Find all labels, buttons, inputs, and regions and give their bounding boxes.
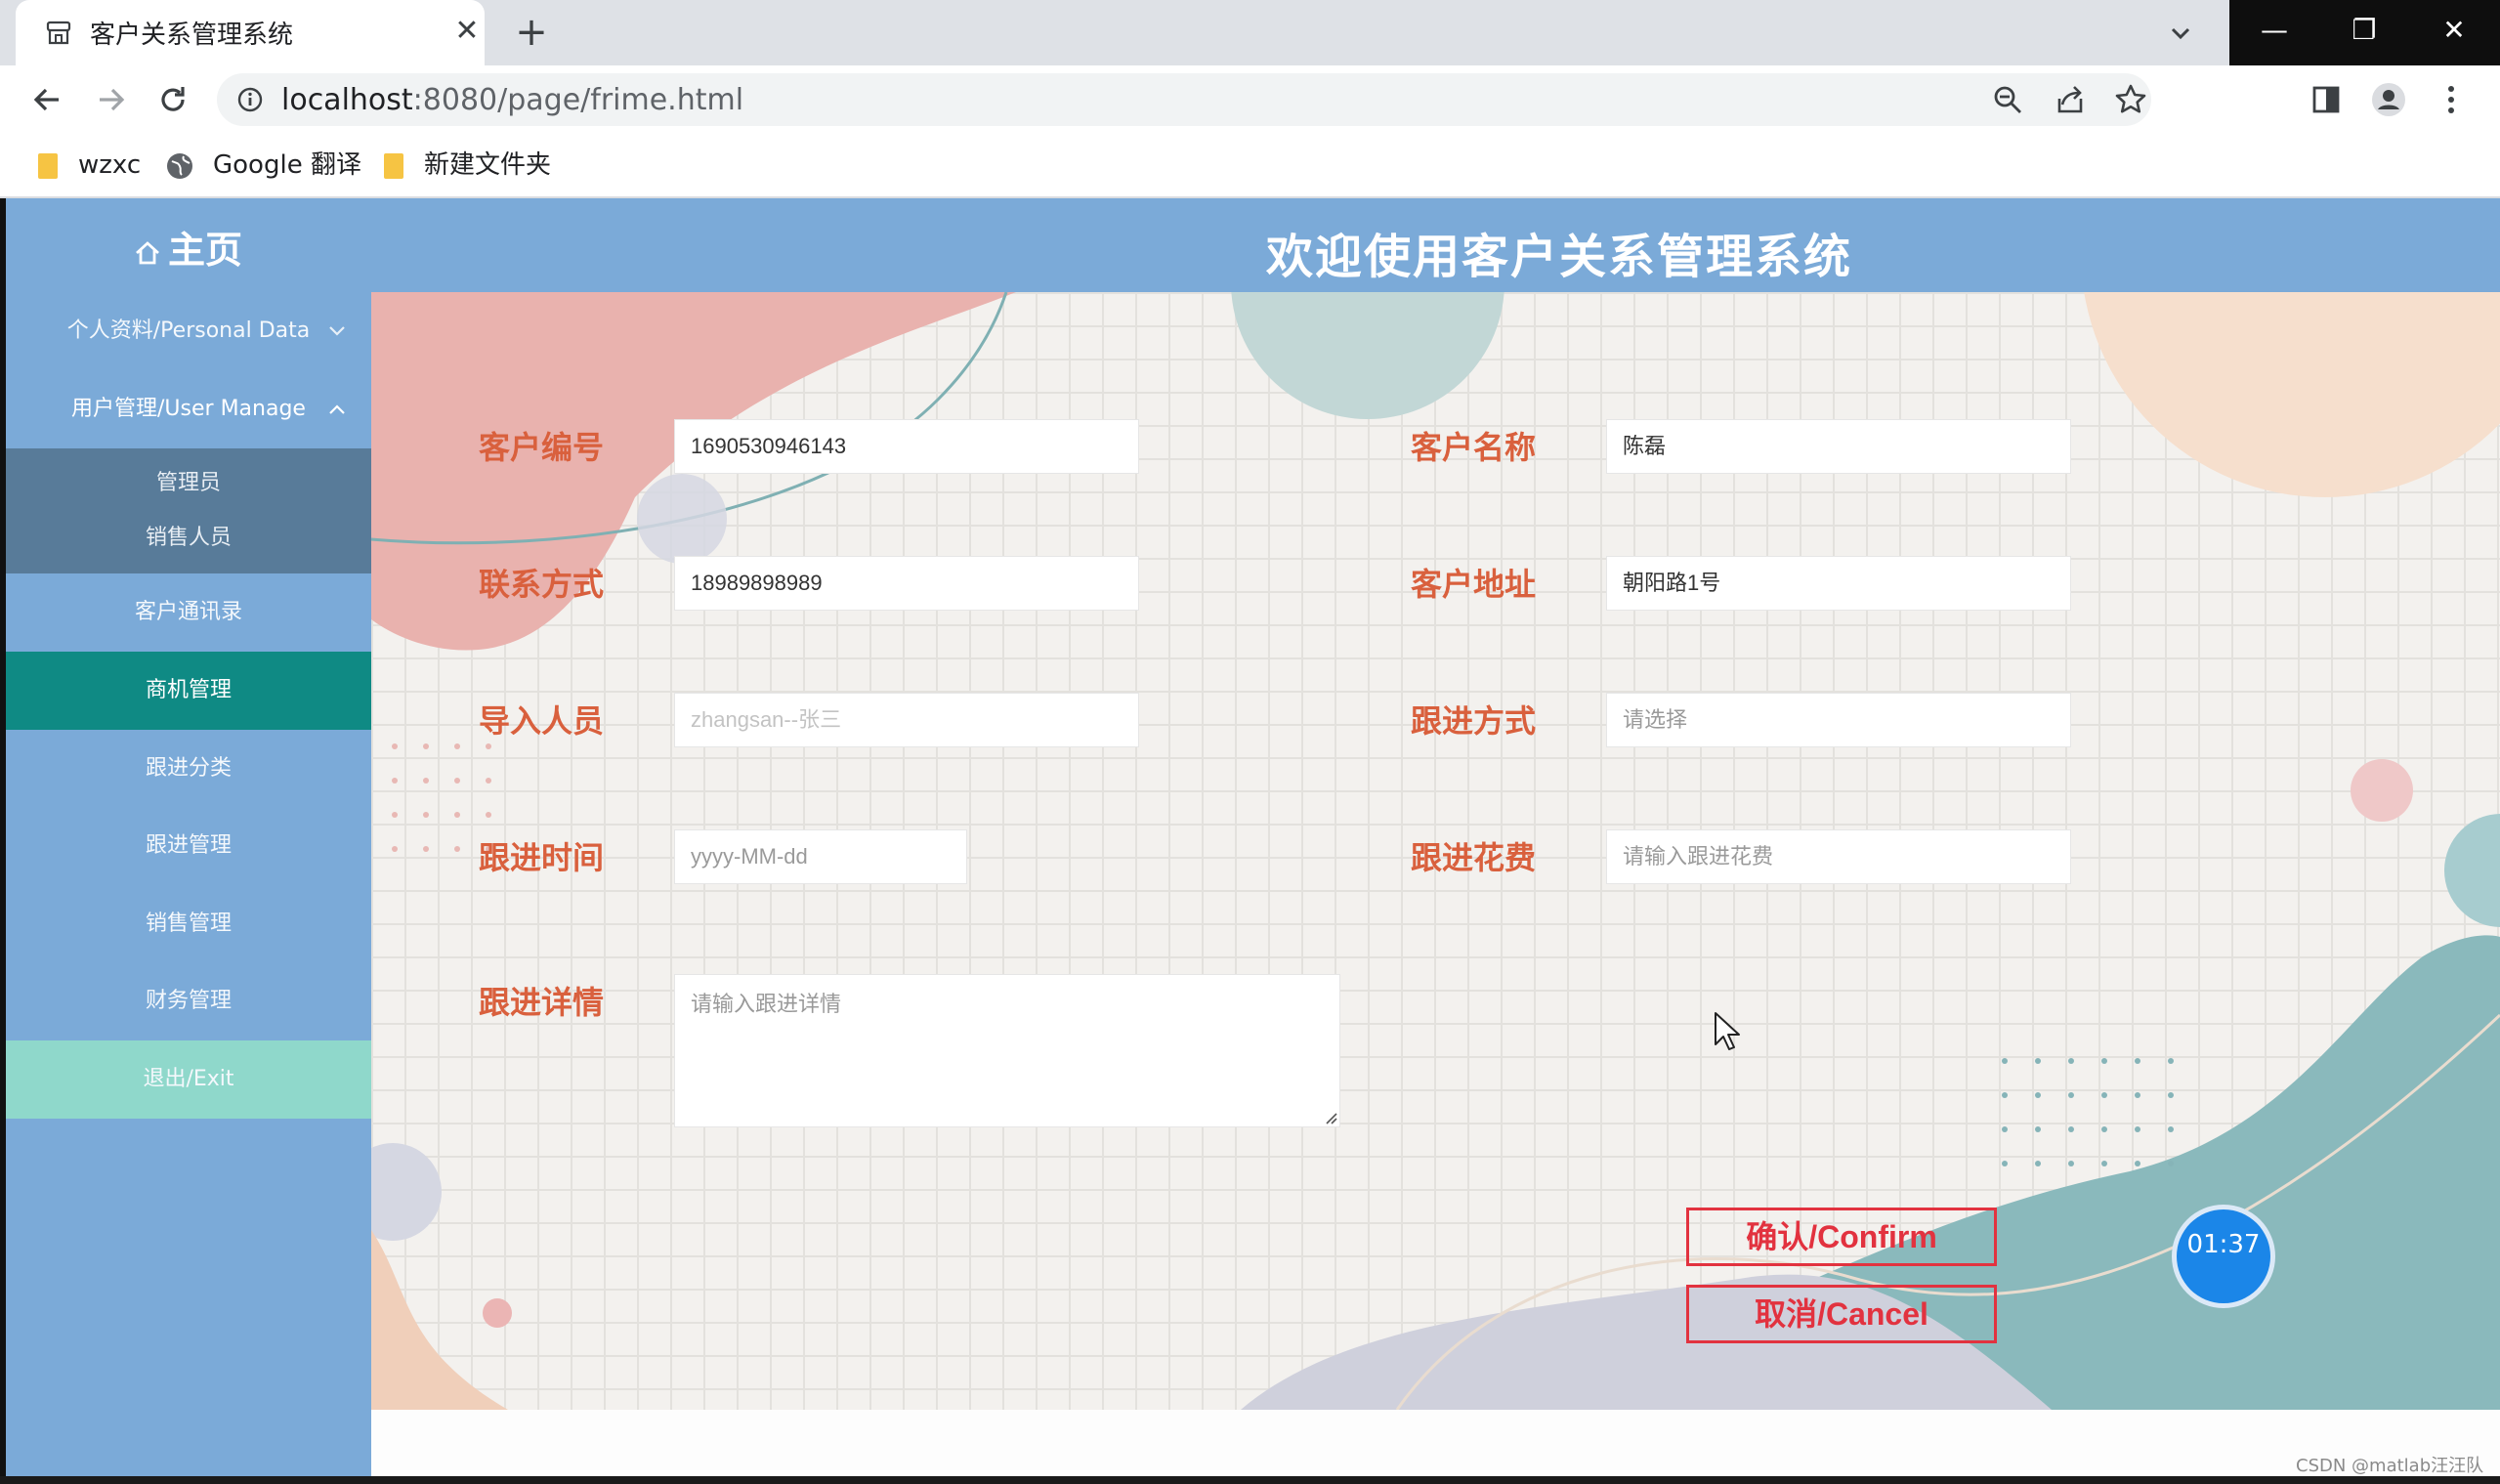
home-label: 主页 — [168, 229, 243, 272]
followup-cost-label: 跟进花费 — [1411, 839, 1537, 876]
tab-search-chevron-icon[interactable] — [2159, 12, 2202, 55]
url-host: localhost — [281, 83, 413, 117]
chevron-up-icon — [329, 404, 345, 414]
contact-input[interactable]: 18989898989 — [674, 556, 1139, 611]
page-footer-area — [371, 1410, 2500, 1484]
chevron-down-icon — [329, 326, 345, 336]
confirm-button[interactable]: 确认/Confirm — [1686, 1208, 1997, 1266]
bookmark-label: 新建文件夹 — [424, 150, 552, 180]
url-text: localhost:8080/page/frime.html — [281, 83, 743, 117]
sidebar-item-followup-manage[interactable]: 跟进管理 — [6, 807, 371, 885]
browser-tab-strip: 客户关系管理系统 ✕ + — ❐ ✕ — [0, 0, 2500, 65]
page-header: 主页 欢迎使用客户关系管理系统 — [6, 198, 2500, 292]
followup-method-label: 跟进方式 — [1411, 702, 1537, 740]
bookmark-new-folder[interactable]: 新建文件夹 — [383, 148, 551, 183]
home-icon — [136, 240, 159, 264]
share-icon[interactable] — [2048, 77, 2093, 122]
tab-title: 客户关系管理系统 — [90, 21, 294, 50]
followup-time-label: 跟进时间 — [479, 839, 605, 876]
url-path: :8080/page/frime.html — [412, 83, 744, 117]
followup-cost-input[interactable]: 请输入跟进花费 — [1606, 829, 2071, 884]
page-title: 欢迎使用客户关系管理系统 — [1266, 230, 1853, 284]
followup-time-input[interactable]: yyyy-MM-dd — [674, 829, 967, 884]
more-menu-icon[interactable] — [2429, 77, 2474, 122]
site-info-icon[interactable] — [236, 86, 264, 113]
textarea-placeholder: 请输入跟进详情 — [691, 993, 842, 1017]
sidebar-item-followup-category[interactable]: 跟进分类 — [6, 730, 371, 808]
customer-name-label: 客户名称 — [1411, 429, 1537, 466]
sidebar-item-personal-data[interactable]: 个人资料/Personal Data — [6, 292, 371, 370]
back-arrow-icon[interactable] — [25, 77, 70, 122]
window-controls: — ❐ ✕ — [2229, 0, 2500, 65]
followup-detail-label: 跟进详情 — [479, 984, 605, 1021]
sidebar: 个人资料/Personal Data 用户管理/User Manage 管理员 … — [6, 292, 371, 1484]
bookmark-google-translate[interactable]: Google 翻译 — [166, 148, 361, 183]
restore-button[interactable]: ❐ — [2319, 0, 2409, 65]
taskbar-strip — [0, 1476, 2500, 1484]
browser-tab[interactable]: 客户关系管理系统 ✕ — [16, 0, 485, 65]
importer-input[interactable]: zhangsan--张三 — [674, 693, 1139, 747]
address-label: 客户地址 — [1411, 566, 1537, 603]
bookmark-folder-icon — [384, 152, 403, 179]
sidebar-item-sales-staff[interactable]: 销售人员 — [6, 507, 371, 570]
sidebar-item-finance[interactable]: 财务管理 — [6, 962, 371, 1040]
bookmark-label: Google 翻译 — [213, 150, 361, 180]
bookmarks-bar: wzxc Google 翻译 新建文件夹 — [0, 134, 2500, 198]
sidebar-item-customer-contacts[interactable]: 客户通讯录 — [6, 573, 371, 652]
web-page: 主页 欢迎使用客户关系管理系统 个人资料/Personal Data 用户管理/… — [6, 198, 2500, 1484]
side-panel-icon[interactable] — [2304, 77, 2349, 122]
cancel-button[interactable]: 取消/Cancel — [1686, 1285, 1997, 1343]
watermark-text: CSDN @matlab汪汪队 — [2296, 1456, 2484, 1476]
recording-timer: 01:37 — [2177, 1209, 2270, 1303]
forward-arrow-icon[interactable] — [88, 77, 133, 122]
sidebar-item-user-manage[interactable]: 用户管理/User Manage — [6, 370, 371, 448]
customer-id-label: 客户编号 — [479, 429, 605, 466]
user-manage-submenu: 管理员 销售人员 — [6, 448, 371, 573]
close-window-button[interactable]: ✕ — [2409, 0, 2499, 65]
address-bar[interactable]: localhost:8080/page/frime.html — [217, 73, 2151, 126]
home-link[interactable]: 主页 — [133, 220, 242, 274]
reload-icon[interactable] — [150, 77, 195, 122]
sidebar-item-label: 个人资料/Personal Data — [66, 318, 311, 343]
profile-avatar-icon[interactable] — [2366, 77, 2411, 122]
globe-icon — [167, 152, 192, 179]
bookmark-label: wzxc — [78, 150, 142, 180]
bookmark-wzxc[interactable]: wzxc — [37, 148, 141, 183]
customer-id-input[interactable]: 1690530946143 — [674, 419, 1139, 474]
contact-label: 联系方式 — [479, 566, 605, 603]
followup-method-select[interactable]: 请选择 — [1606, 693, 2071, 747]
sidebar-item-admin[interactable]: 管理员 — [6, 452, 371, 515]
sidebar-item-sales-manage[interactable]: 销售管理 — [6, 885, 371, 963]
importer-label: 导入人员 — [479, 702, 605, 740]
followup-detail-textarea[interactable]: 请输入跟进详情 — [674, 974, 1340, 1127]
tab-close-icon[interactable]: ✕ — [445, 10, 488, 53]
address-input[interactable]: 朝阳路1号 — [1606, 556, 2071, 611]
minimize-button[interactable]: — — [2229, 0, 2319, 65]
mouse-cursor-icon — [1715, 1012, 1740, 1050]
bookmark-star-icon[interactable] — [2108, 77, 2153, 122]
sidebar-item-label: 用户管理/User Manage — [71, 397, 306, 421]
store-favicon-icon — [46, 21, 71, 45]
browser-toolbar: localhost:8080/page/frime.html — [0, 65, 2500, 134]
sidebar-item-opportunity[interactable]: 商机管理 — [6, 652, 371, 730]
customer-name-input[interactable]: 陈磊 — [1606, 419, 2071, 474]
sidebar-item-exit[interactable]: 退出/Exit — [6, 1040, 371, 1119]
new-tab-button[interactable]: + — [508, 10, 555, 57]
resize-grip-icon[interactable] — [1324, 1111, 1337, 1124]
zoom-icon[interactable] — [1985, 77, 2030, 122]
bookmark-folder-icon — [38, 152, 58, 179]
